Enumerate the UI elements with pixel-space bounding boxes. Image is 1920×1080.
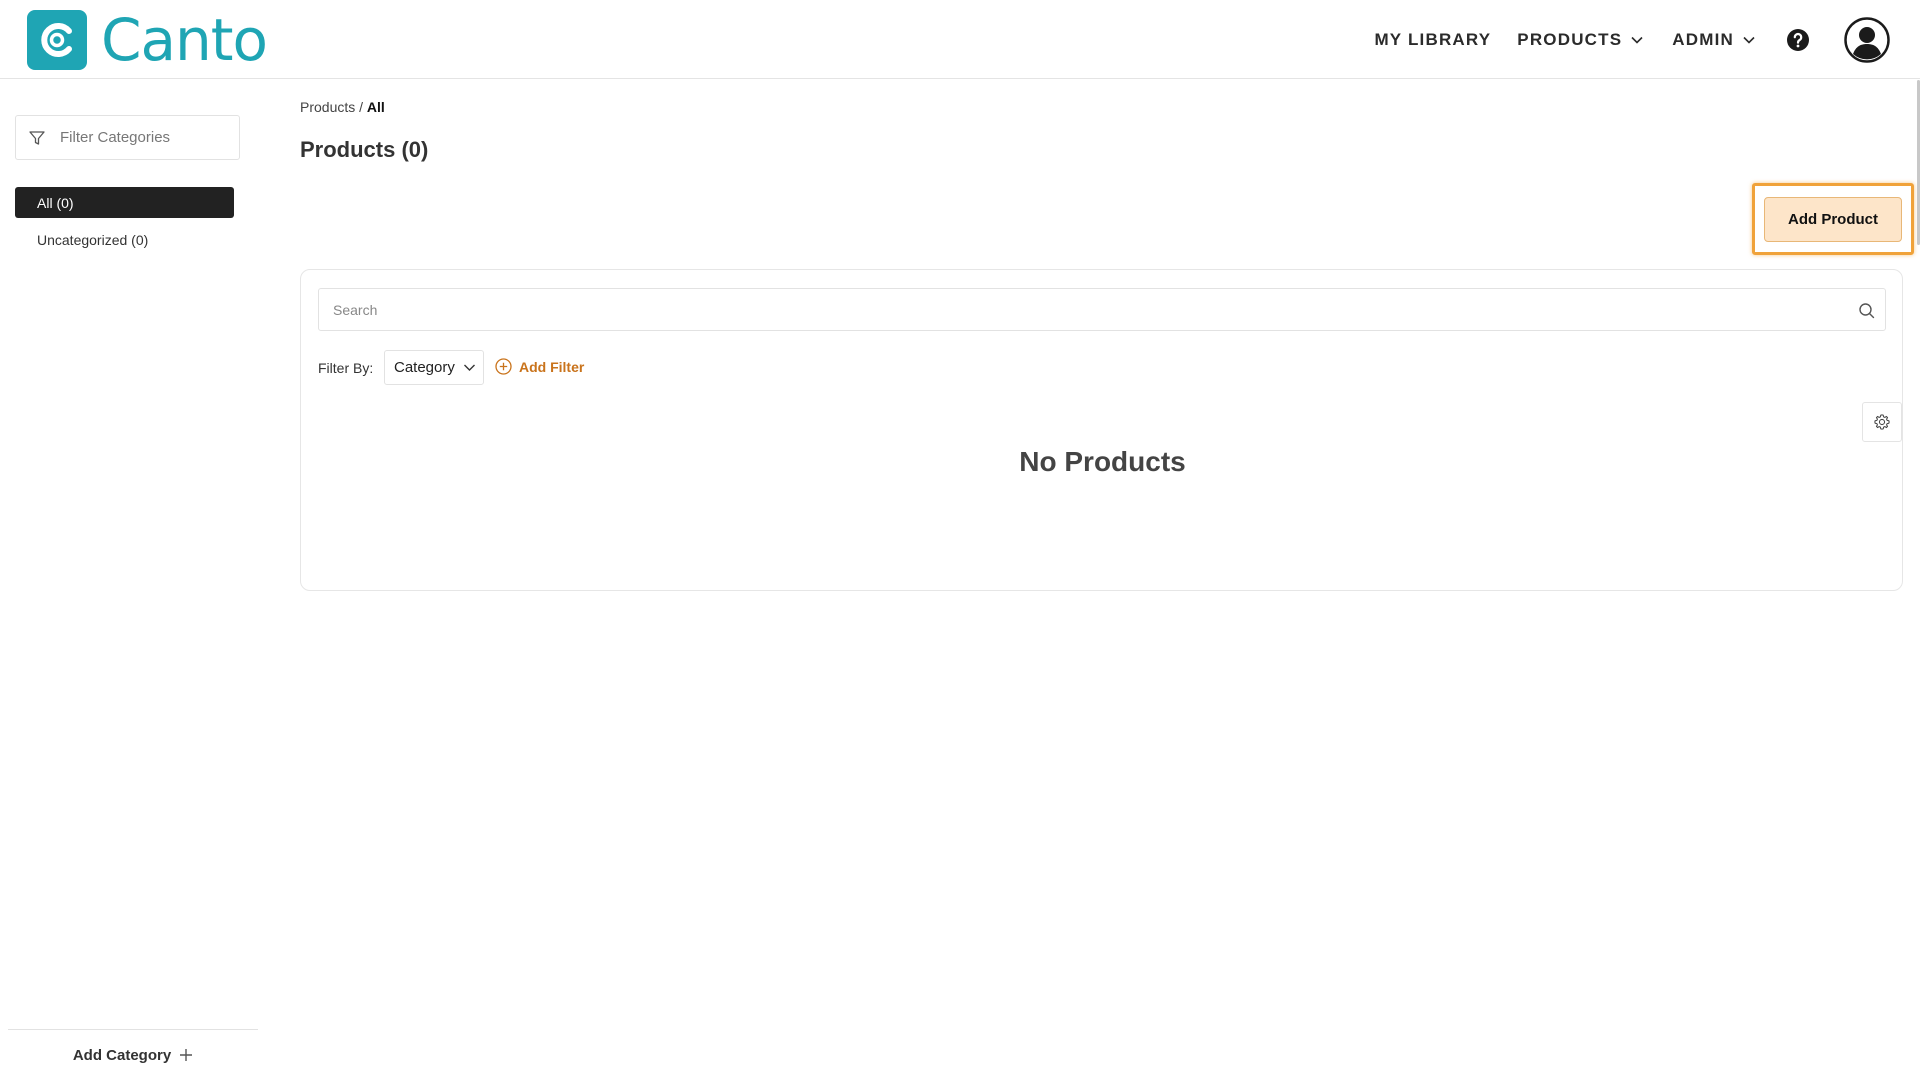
canto-logo[interactable]: Canto: [27, 6, 268, 74]
top-header: Canto MY LIBRARY PRODUCTS ADMIN: [0, 0, 1920, 79]
category-item-uncategorized[interactable]: Uncategorized (0): [37, 230, 148, 250]
category-item-all[interactable]: All (0): [15, 187, 234, 218]
user-avatar-icon[interactable]: [1844, 16, 1890, 63]
search-icon[interactable]: [1858, 302, 1875, 319]
add-product-highlight: Add Product: [1752, 183, 1914, 255]
canto-logo-icon: [27, 10, 87, 70]
gear-icon: [1874, 414, 1890, 430]
add-filter-label: Add Filter: [519, 358, 585, 375]
add-product-button[interactable]: Add Product: [1764, 196, 1902, 242]
add-filter-button[interactable]: Add Filter: [495, 358, 584, 375]
add-category-button[interactable]: Add Category: [8, 1029, 258, 1080]
category-item-label: All (0): [37, 194, 74, 211]
nav-my-library-label: MY LIBRARY: [1374, 29, 1492, 49]
plus-circle-icon: [495, 358, 512, 375]
nav-products-dropdown[interactable]: PRODUCTS: [1517, 30, 1644, 50]
category-sidebar: Filter Categories All (0) Uncategorized …: [0, 80, 260, 1080]
breadcrumb-separator: /: [355, 99, 367, 115]
filter-categories-input[interactable]: Filter Categories: [15, 115, 240, 160]
breadcrumb-current: All: [366, 99, 385, 115]
nav-products-label: PRODUCTS: [1517, 29, 1623, 49]
chevron-down-icon: [463, 364, 475, 371]
page-title: Products (0): [300, 137, 429, 162]
search-placeholder: Search: [333, 301, 378, 318]
table-settings-button[interactable]: [1862, 402, 1902, 442]
add-category-label: Add Category: [72, 1046, 172, 1064]
breadcrumb-products-link[interactable]: Products: [300, 99, 355, 115]
filter-by-label: Filter By:: [318, 360, 374, 376]
chevron-down-icon: [1631, 36, 1643, 44]
nav-admin-dropdown[interactable]: ADMIN: [1672, 30, 1756, 50]
nav-my-library[interactable]: MY LIBRARY: [1374, 30, 1491, 50]
plus-icon: [180, 1049, 193, 1061]
breadcrumb: Products / All: [300, 99, 385, 115]
logo-wordmark: Canto: [101, 6, 268, 74]
help-icon[interactable]: [1786, 28, 1810, 52]
category-item-label: Uncategorized (0): [37, 232, 149, 248]
category-filter-value: Category: [394, 359, 455, 376]
main-nav: MY LIBRARY PRODUCTS ADMIN: [1374, 0, 1890, 79]
chevron-down-icon: [1743, 36, 1755, 44]
filter-funnel-icon: [29, 130, 45, 145]
product-search-input[interactable]: Search: [318, 288, 1886, 331]
nav-admin-label: ADMIN: [1672, 29, 1734, 49]
products-panel: Search Filter By: Category Add Filter No…: [300, 269, 1903, 591]
filter-categories-placeholder: Filter Categories: [60, 129, 171, 146]
empty-state-message: No Products: [1019, 446, 1186, 477]
category-filter-dropdown[interactable]: Category: [384, 350, 484, 385]
